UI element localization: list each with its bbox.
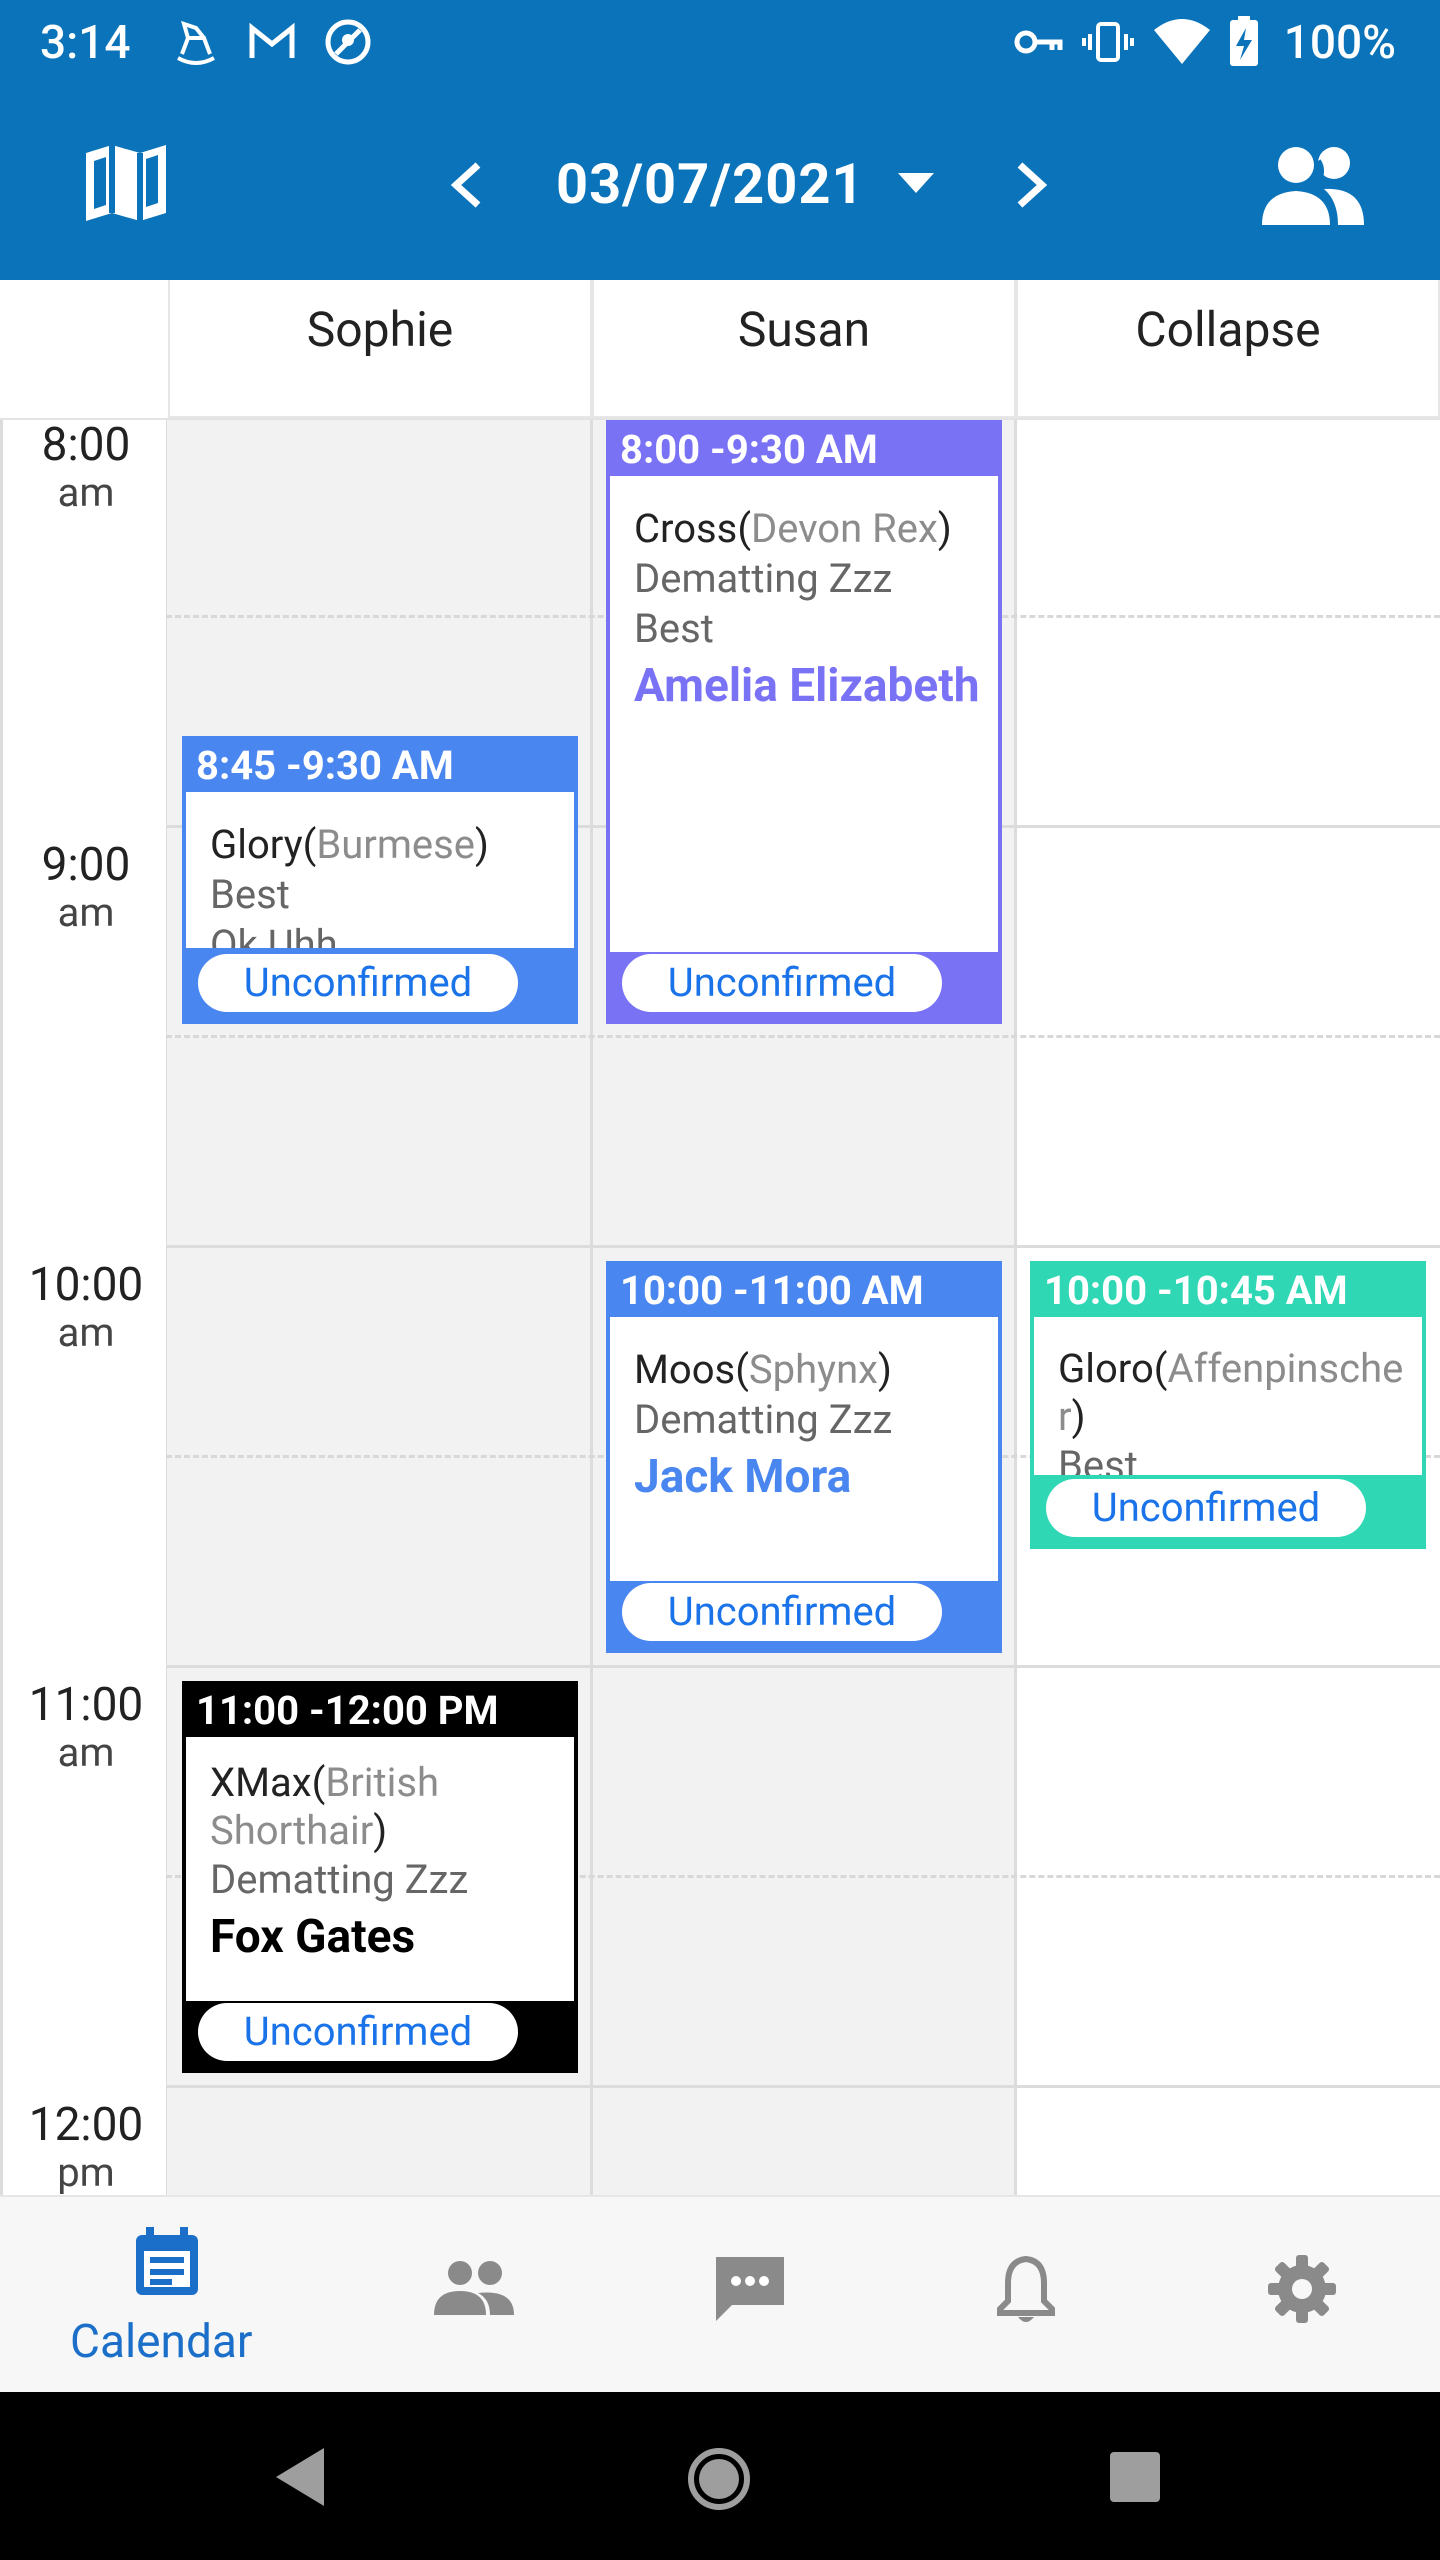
pet-name: Cross	[634, 505, 738, 552]
home-icon[interactable]	[686, 2446, 752, 2512]
appointment-body: Gloro(Affenpinscher) Best	[1034, 1317, 1422, 1475]
status-bar: 3:14 100%	[0, 0, 1440, 85]
half-hour-line	[166, 1035, 1440, 1038]
service-name: Dematting Zzz	[634, 1396, 893, 1443]
appointment-time: 8:00 -9:30 AM	[610, 424, 998, 476]
system-navigation-bar	[0, 2392, 1440, 2560]
column-divider	[590, 420, 593, 2195]
nav-calendar[interactable]: Calendar	[0, 2197, 336, 2394]
status-badge[interactable]: Unconfirmed	[622, 954, 942, 1012]
vibrate-icon	[1082, 22, 1134, 62]
service-name: Best	[210, 871, 290, 918]
no-sign-icon	[325, 19, 371, 65]
time-label: 9:00 am	[41, 838, 131, 936]
pet-line: Glory(Burmese)	[210, 821, 489, 868]
appointment-card[interactable]: 10:00 -10:45 AM Gloro(Affenpinscher) Bes…	[1030, 1261, 1426, 1549]
column-header-susan[interactable]: Susan	[592, 280, 1016, 418]
nav-calendar-label: Calendar	[70, 2315, 253, 2369]
customer-name[interactable]: Amelia Elizabeth	[634, 654, 998, 718]
wifi-icon	[1154, 19, 1210, 64]
recents-icon[interactable]	[1108, 2450, 1162, 2504]
appointment-time: 11:00 -12:00 PM	[186, 1685, 574, 1737]
pet-name: Moos	[634, 1346, 736, 1393]
appointment-time: 8:45 -9:30 AM	[186, 740, 574, 792]
battery-percent: 100%	[1283, 16, 1396, 70]
column-divider	[1014, 420, 1017, 2195]
appointment-body: Cross(Devon Rex) Dematting Zzz Best Amel…	[610, 476, 998, 952]
status-badge[interactable]: Unconfirmed	[198, 954, 518, 1012]
appointment-time: 10:00 -11:00 AM	[610, 1265, 998, 1317]
calendar-icon	[136, 2227, 198, 2295]
appointment-body: Moos(Sphynx) Dematting Zzz Jack Mora	[610, 1317, 998, 1581]
chevron-left-icon[interactable]	[444, 159, 492, 211]
nav-settings[interactable]	[1164, 2197, 1440, 2394]
battery-charging-icon	[1230, 16, 1258, 66]
back-icon[interactable]	[272, 2446, 328, 2508]
status-badge[interactable]: Unconfirmed	[198, 2003, 518, 2061]
time-label: 10:00 am	[28, 1258, 144, 1356]
date-label[interactable]: 03/07/2021	[556, 151, 865, 217]
status-badge[interactable]: Unconfirmed	[622, 1583, 942, 1641]
people-icon[interactable]	[1258, 141, 1368, 229]
pet-breed: Burmese	[316, 821, 475, 868]
rocking-horse-icon	[177, 20, 215, 65]
nav-notifications[interactable]	[888, 2197, 1164, 2394]
time-label: 8:00 am	[41, 420, 131, 516]
bell-icon	[997, 2255, 1055, 2322]
service-name: Dematting Zzz	[210, 1856, 469, 1903]
column-header-collapse[interactable]: Collapse	[1016, 280, 1440, 418]
pet-breed: Sphynx	[748, 1346, 879, 1393]
appointment-card[interactable]: 11:00 -12:00 PM XMax(British Shorthair) …	[182, 1681, 578, 2073]
pet-name: XMax	[210, 1759, 312, 1806]
customer-name[interactable]: Jack Mora	[634, 1445, 998, 1509]
chat-icon	[716, 2257, 784, 2321]
gear-icon	[1268, 2255, 1336, 2323]
chevron-right-icon[interactable]	[1006, 159, 1054, 211]
column-header-sophie[interactable]: Sophie	[168, 280, 592, 418]
appointment-card[interactable]: 8:00 -9:30 AM Cross(Devon Rex) Dematting…	[606, 420, 1002, 1024]
bottom-navigation: Calendar	[0, 2195, 1440, 2392]
pet-name: Glory	[210, 821, 303, 868]
pet-line: Cross(Devon Rex)	[634, 505, 952, 552]
people-icon	[434, 2261, 514, 2315]
status-time: 3:14	[40, 16, 131, 70]
service-name: Best	[1058, 1442, 1138, 1475]
calendar-grid[interactable]: 8:00 am 9:00 am 10:00 am 11:00 am 12:00 …	[0, 420, 1440, 2195]
service-extra: Ok Uhh	[210, 921, 338, 948]
pet-breed: Devon Rex	[751, 505, 938, 552]
hour-line	[166, 1245, 1440, 1248]
appointment-body: Glory(Burmese) Best Ok Uhh	[186, 792, 574, 948]
hour-line	[166, 1665, 1440, 1668]
dropdown-arrow-icon[interactable]	[896, 171, 936, 197]
hour-line	[166, 2085, 1440, 2088]
time-column: 8:00 am 9:00 am 10:00 am 11:00 am 12:00 …	[0, 420, 166, 2195]
time-label: 11:00 am	[28, 1678, 144, 1776]
nav-messages[interactable]	[612, 2197, 888, 2394]
pet-line: XMax(British Shorthair)	[210, 1759, 440, 1854]
gmail-icon	[249, 22, 295, 58]
appointment-body: XMax(British Shorthair) Dematting Zzz Fo…	[186, 1737, 574, 2001]
appointment-card[interactable]: 10:00 -11:00 AM Moos(Sphynx) Dematting Z…	[606, 1261, 1002, 1653]
nav-clients[interactable]	[336, 2197, 612, 2394]
pet-line: Moos(Sphynx)	[634, 1346, 892, 1393]
service-name: Dematting Zzz	[634, 555, 893, 602]
column-headers: Sophie Susan Collapse	[0, 280, 1440, 420]
time-label: 12:00 pm	[28, 2098, 144, 2195]
vpn-key-icon	[1014, 30, 1063, 54]
app-bar: 03/07/2021	[0, 85, 1440, 280]
customer-name[interactable]: Fox Gates	[210, 1905, 574, 1969]
pet-name: Gloro	[1058, 1345, 1154, 1392]
status-badge[interactable]: Unconfirmed	[1046, 1479, 1366, 1537]
service-name: Best	[634, 605, 714, 652]
appointment-card[interactable]: 8:45 -9:30 AM Glory(Burmese) Best Ok Uhh…	[182, 736, 578, 1024]
appointment-time: 10:00 -10:45 AM	[1034, 1265, 1422, 1317]
map-icon[interactable]	[82, 139, 170, 227]
pet-line: Gloro(Affenpinscher)	[1058, 1345, 1404, 1440]
